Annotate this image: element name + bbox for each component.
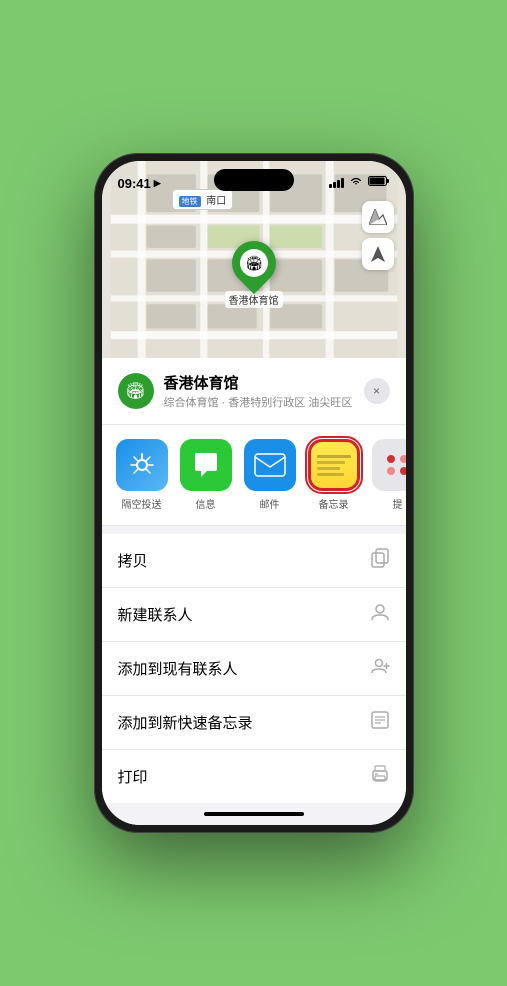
- place-icon: 🏟: [118, 373, 154, 409]
- map-label-text: 南口: [206, 196, 226, 207]
- add-to-notes-label: 添加到新快速备忘录: [118, 712, 253, 733]
- signal-bar-3: [337, 180, 340, 188]
- status-time: 09:41 ▶: [118, 176, 161, 191]
- home-indicator: [102, 803, 406, 825]
- airdrop-label: 隔空投送: [122, 496, 162, 511]
- add-contact-icon: [370, 656, 390, 681]
- notes-icon: [308, 439, 360, 491]
- print-icon: [370, 764, 390, 789]
- add-to-contact-label: 添加到现有联系人: [118, 658, 238, 679]
- signal-bar-2: [333, 182, 336, 188]
- phone-screen: 09:41 ▶: [102, 161, 406, 825]
- place-header: 🏟 香港体育馆 综合体育馆 · 香港特别行政区 油尖旺区 ×: [102, 358, 406, 425]
- pin-circle: 🏟: [222, 232, 284, 294]
- action-copy[interactable]: 拷贝: [102, 534, 406, 588]
- home-bar: [204, 812, 304, 816]
- mail-label: 邮件: [260, 496, 280, 511]
- bottom-sheet: 🏟 香港体育馆 综合体育馆 · 香港特别行政区 油尖旺区 ×: [102, 358, 406, 825]
- print-label: 打印: [118, 766, 148, 787]
- message-label: 信息: [196, 496, 216, 511]
- signal-bars: [329, 178, 344, 188]
- map-view-button[interactable]: [362, 201, 394, 233]
- close-button[interactable]: ×: [364, 378, 390, 404]
- app-icons-row: 隔空投送 信息: [102, 425, 406, 526]
- dynamic-island: [214, 169, 294, 191]
- app-icon-more[interactable]: 提: [370, 439, 406, 511]
- new-contact-label: 新建联系人: [118, 604, 193, 625]
- add-notes-icon: [370, 710, 390, 735]
- phone-frame: 09:41 ▶: [94, 153, 414, 833]
- place-desc: 综合体育馆 · 香港特别行政区 油尖旺区: [164, 394, 354, 410]
- action-new-contact[interactable]: 新建联系人: [102, 588, 406, 642]
- location-button[interactable]: [362, 238, 394, 270]
- mail-icon: [244, 439, 296, 491]
- time-display: 09:41: [118, 176, 151, 191]
- pin-inner: 🏟: [240, 249, 268, 277]
- location-arrow-icon: ▶: [154, 178, 161, 189]
- copy-label: 拷贝: [118, 550, 148, 571]
- more-icon: [372, 439, 406, 491]
- message-icon: [180, 439, 232, 491]
- app-icon-mail[interactable]: 邮件: [242, 439, 298, 511]
- place-name: 香港体育馆: [164, 372, 354, 393]
- place-info: 香港体育馆 综合体育馆 · 香港特别行政区 油尖旺区: [164, 372, 354, 410]
- wifi-icon: [349, 176, 363, 190]
- action-list: 拷贝 新建联系人: [102, 534, 406, 803]
- app-icon-message[interactable]: 信息: [178, 439, 234, 511]
- battery-icon: [368, 174, 390, 192]
- notes-label: 备忘录: [319, 496, 349, 511]
- copy-icon: [370, 548, 390, 573]
- airdrop-icon: [116, 439, 168, 491]
- signal-bar-1: [329, 184, 332, 188]
- app-icon-notes[interactable]: 备忘录: [306, 439, 362, 511]
- action-add-to-notes[interactable]: 添加到新快速备忘录: [102, 696, 406, 750]
- new-contact-icon: [370, 602, 390, 627]
- map-label-icon: 地铁: [179, 196, 201, 207]
- signal-bar-4: [341, 178, 344, 188]
- app-icon-airdrop[interactable]: 隔空投送: [114, 439, 170, 511]
- location-pin: 🏟 香港体育馆: [225, 241, 283, 308]
- map-controls: [362, 201, 394, 270]
- status-icons: [329, 174, 390, 192]
- action-print[interactable]: 打印: [102, 750, 406, 803]
- more-label: 提: [393, 496, 403, 511]
- action-add-to-contact[interactable]: 添加到现有联系人: [102, 642, 406, 696]
